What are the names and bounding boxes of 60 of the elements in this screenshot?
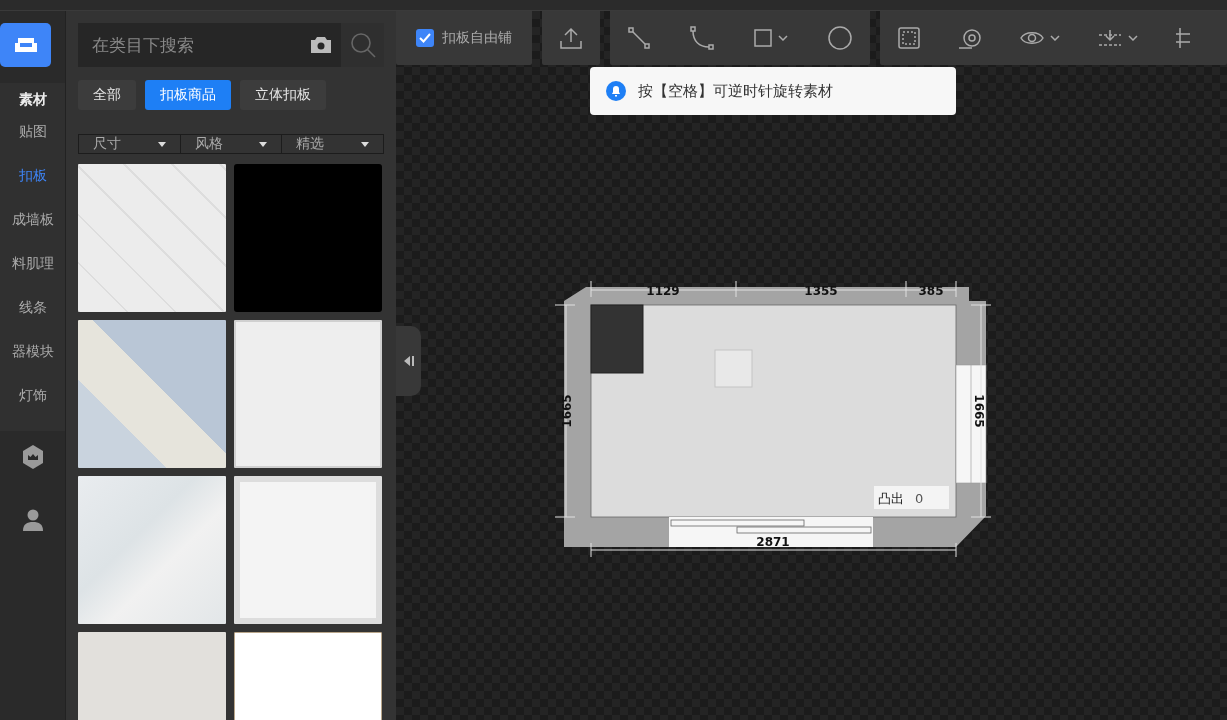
search-field[interactable]: 在类目下搜索 xyxy=(78,23,307,67)
upload-button[interactable] xyxy=(560,27,582,49)
offset-value[interactable]: 0 xyxy=(915,491,924,506)
grid-icon xyxy=(1176,28,1190,48)
caret-icon xyxy=(778,35,788,41)
eye-icon xyxy=(1020,30,1044,46)
offset-label: 凸出 xyxy=(878,491,904,506)
material-swatch[interactable] xyxy=(78,476,226,624)
circle-icon xyxy=(828,26,852,50)
arc-tool-button[interactable] xyxy=(690,26,714,50)
caret-icon xyxy=(361,141,369,147)
collapse-icon xyxy=(402,355,415,367)
crown-hexagon-icon[interactable] xyxy=(21,445,44,469)
material-swatch[interactable] xyxy=(78,320,226,468)
align-icon xyxy=(1098,29,1122,47)
line-tool-button[interactable] xyxy=(628,27,650,49)
caret-icon xyxy=(157,141,166,147)
dimension-label: 385 xyxy=(918,284,944,298)
dimension-label: 1355 xyxy=(804,284,838,298)
frame-button[interactable] xyxy=(898,27,920,49)
category-tab[interactable]: 立体扣板 xyxy=(240,80,326,110)
sidebar-item[interactable]: 器模块 xyxy=(0,343,65,383)
circle-tool-button[interactable] xyxy=(828,26,852,50)
user-icon[interactable] xyxy=(22,509,43,531)
collapse-handle[interactable] xyxy=(396,326,421,396)
sidebar-item[interactable]: 成墙板 xyxy=(0,211,65,251)
caret-icon xyxy=(1050,35,1060,41)
check-icon xyxy=(419,33,431,43)
sidebar-item[interactable]: 贴图 xyxy=(0,123,65,163)
notice-text: 按【空格】可逆时针旋转素材 xyxy=(638,81,833,101)
caret-icon xyxy=(259,141,268,147)
dimension-label: 1665 xyxy=(560,394,574,428)
sidebar-item[interactable]: 料肌理 xyxy=(0,255,65,295)
bell-icon xyxy=(606,81,626,101)
search-icon xyxy=(349,32,376,58)
sidebar-item[interactable]: 线条 xyxy=(0,299,65,339)
dashed-frame-icon xyxy=(898,27,920,49)
align-button[interactable] xyxy=(1098,29,1138,47)
category-tab[interactable]: 扣板商品 xyxy=(145,80,231,110)
upload-icon xyxy=(560,27,582,49)
sidebar-item[interactable]: 扣板 xyxy=(0,167,65,207)
grid-button[interactable] xyxy=(1176,28,1190,48)
rectangle-tool-button[interactable] xyxy=(754,29,788,47)
view-button[interactable] xyxy=(1020,30,1060,46)
line-icon xyxy=(628,27,650,49)
camera-icon xyxy=(311,37,331,53)
arc-icon xyxy=(690,26,714,50)
camera-button[interactable] xyxy=(307,23,341,67)
material-swatch[interactable] xyxy=(78,164,226,312)
material-swatch[interactable] xyxy=(234,320,382,468)
dimension-label: 1665 xyxy=(972,394,986,428)
rail-heading: 素材 xyxy=(17,91,48,109)
square-icon xyxy=(754,29,772,47)
dimension-label: 2871 xyxy=(756,535,790,549)
material-swatch[interactable] xyxy=(234,164,382,312)
sidebar-item[interactable]: 灯饰 xyxy=(0,387,65,427)
dimension-label: 1129 xyxy=(646,284,680,298)
caret-icon xyxy=(1128,35,1138,41)
category-tab[interactable]: 全部 xyxy=(78,80,136,110)
free-tile-checkbox[interactable]: 扣板自由铺 xyxy=(416,29,512,47)
